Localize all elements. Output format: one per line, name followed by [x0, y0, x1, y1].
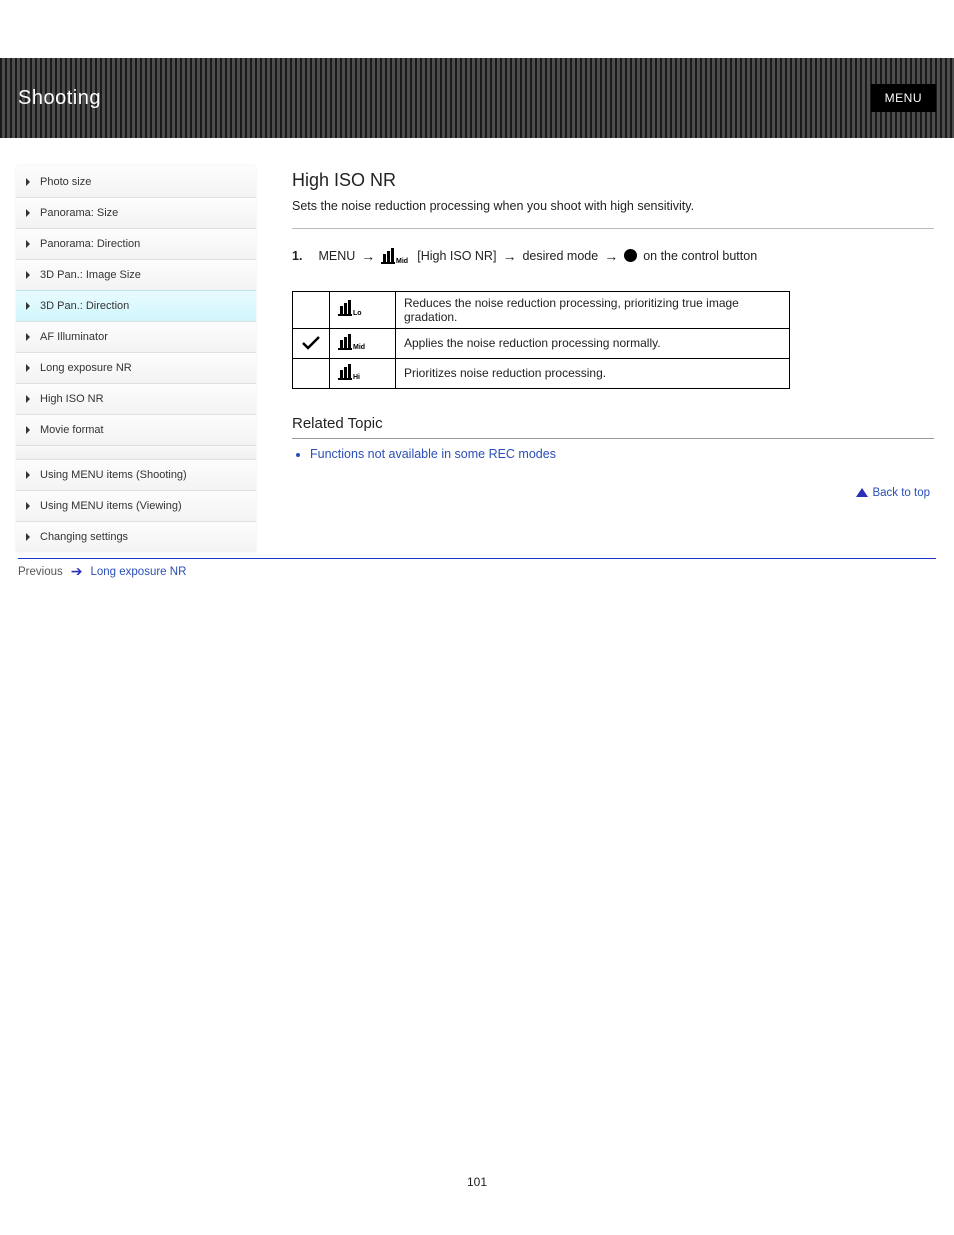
table-cell-desc: Applies the noise reduction processing n… [396, 328, 790, 358]
sidebar-item-label: Panorama: Size [40, 207, 118, 219]
main-content: High ISO NR Sets the noise reduction pro… [256, 166, 954, 552]
table-cell-desc: Prioritizes noise reduction processing. [396, 358, 790, 388]
svg-text:Lo: Lo [353, 310, 362, 317]
sidebar-item[interactable]: AF Illuminator [16, 321, 256, 352]
sidebar-item-label: Long exposure NR [40, 362, 132, 374]
intro-text: Sets the noise reduction processing when… [292, 197, 934, 216]
sidebar: Photo size Panorama: Size Panorama: Direct… [16, 166, 256, 552]
svg-text:Mid: Mid [396, 258, 408, 265]
sidebar-item[interactable]: Changing settings [16, 521, 256, 552]
sidebar-item-label: Changing settings [40, 531, 128, 543]
related-link[interactable]: Functions not available in some REC mode… [310, 447, 556, 461]
table-row: Hi Prioritizes noise reduction processing… [293, 358, 790, 388]
list-item: Functions not available in some REC mode… [310, 447, 934, 461]
table-cell-icon: Lo [330, 291, 396, 328]
sidebar-item[interactable]: Panorama: Direction [16, 228, 256, 259]
chevron-right-icon [26, 502, 30, 510]
chevron-right-icon [26, 471, 30, 479]
chevron-right-icon [26, 271, 30, 279]
sidebar-item[interactable]: Movie format [16, 414, 256, 445]
svg-text:Mid: Mid [353, 344, 365, 351]
page-number: 101 [0, 1175, 954, 1189]
arrow-icon: → [502, 248, 516, 264]
options-table: Lo Reduces the noise reduction processing… [292, 291, 790, 389]
sidebar-item[interactable]: High ISO NR [16, 383, 256, 414]
sidebar-item-label: 3D Pan.: Direction [40, 300, 129, 312]
path-suffix: on the control button [643, 249, 757, 263]
chevron-right-icon [26, 333, 30, 341]
sidebar-item[interactable]: Using MENU items (Shooting) [16, 459, 256, 490]
sidebar-item-label: AF Illuminator [40, 331, 108, 343]
nr-mid-icon: Mid [381, 247, 411, 265]
divider [292, 228, 934, 229]
header-bar: Shooting MENU [0, 58, 954, 138]
sidebar-item-label: Using MENU items (Viewing) [40, 500, 182, 512]
footer-nav: Previous ➔ Long exposure NR [18, 558, 936, 580]
arrow-right-icon: ➔ [71, 563, 83, 580]
sidebar-item[interactable]: 3D Pan.: Direction [16, 290, 256, 321]
chevron-right-icon [26, 533, 30, 541]
page-title: High ISO NR [292, 166, 934, 191]
chevron-right-icon [26, 426, 30, 434]
chevron-right-icon [26, 364, 30, 372]
table-cell-icon: Mid [330, 328, 396, 358]
header-title: Shooting [18, 87, 101, 110]
path-option: [High ISO NR] [417, 249, 496, 263]
sidebar-item-label: Panorama: Direction [40, 238, 140, 250]
footer-prev-link[interactable]: Long exposure NR [90, 566, 186, 578]
footer-prev-label: Previous [18, 566, 63, 578]
up-triangle-icon [856, 488, 868, 497]
related-links: Functions not available in some REC mode… [292, 447, 934, 461]
header-badge: MENU [871, 84, 936, 112]
check-icon [301, 335, 321, 351]
path-mode: desired mode [522, 249, 598, 263]
chevron-right-icon [26, 209, 30, 217]
sidebar-item-label: High ISO NR [40, 393, 104, 405]
menu-path: 1. MENU → Mid [High ISO NR] → desired mo… [292, 247, 934, 265]
back-to-top-label: Back to top [872, 487, 930, 499]
chevron-right-icon [26, 395, 30, 403]
path-menu: MENU [318, 249, 355, 263]
arrow-icon: → [361, 248, 375, 264]
sidebar-gap [16, 445, 256, 459]
sidebar-item-label: Using MENU items (Shooting) [40, 469, 187, 481]
back-to-top[interactable]: Back to top [292, 487, 934, 499]
sidebar-item-label: Movie format [40, 424, 104, 436]
related-heading: Related Topic [292, 415, 934, 432]
table-row: Mid Applies the noise reduction processin… [293, 328, 790, 358]
table-cell-icon: Hi [330, 358, 396, 388]
chevron-right-icon [26, 302, 30, 310]
sidebar-item[interactable]: Long exposure NR [16, 352, 256, 383]
sidebar-item[interactable]: Using MENU items (Viewing) [16, 490, 256, 521]
sidebar-item[interactable]: 3D Pan.: Image Size [16, 259, 256, 290]
sidebar-item[interactable]: Photo size [16, 166, 256, 197]
divider [292, 438, 934, 439]
chevron-right-icon [26, 178, 30, 186]
step-number: 1. [292, 249, 302, 263]
sidebar-item-label: Photo size [40, 176, 91, 188]
sidebar-item[interactable]: Panorama: Size [16, 197, 256, 228]
chevron-right-icon [26, 240, 30, 248]
table-cell-check [293, 328, 330, 358]
center-button-icon [624, 249, 637, 262]
table-cell-desc: Reduces the noise reduction processing, … [396, 291, 790, 328]
svg-text:Hi: Hi [353, 374, 360, 381]
arrow-icon: → [604, 248, 618, 264]
table-cell-check [293, 291, 330, 328]
table-row: Lo Reduces the noise reduction processing… [293, 291, 790, 328]
sidebar-item-label: 3D Pan.: Image Size [40, 269, 141, 281]
table-cell-check [293, 358, 330, 388]
